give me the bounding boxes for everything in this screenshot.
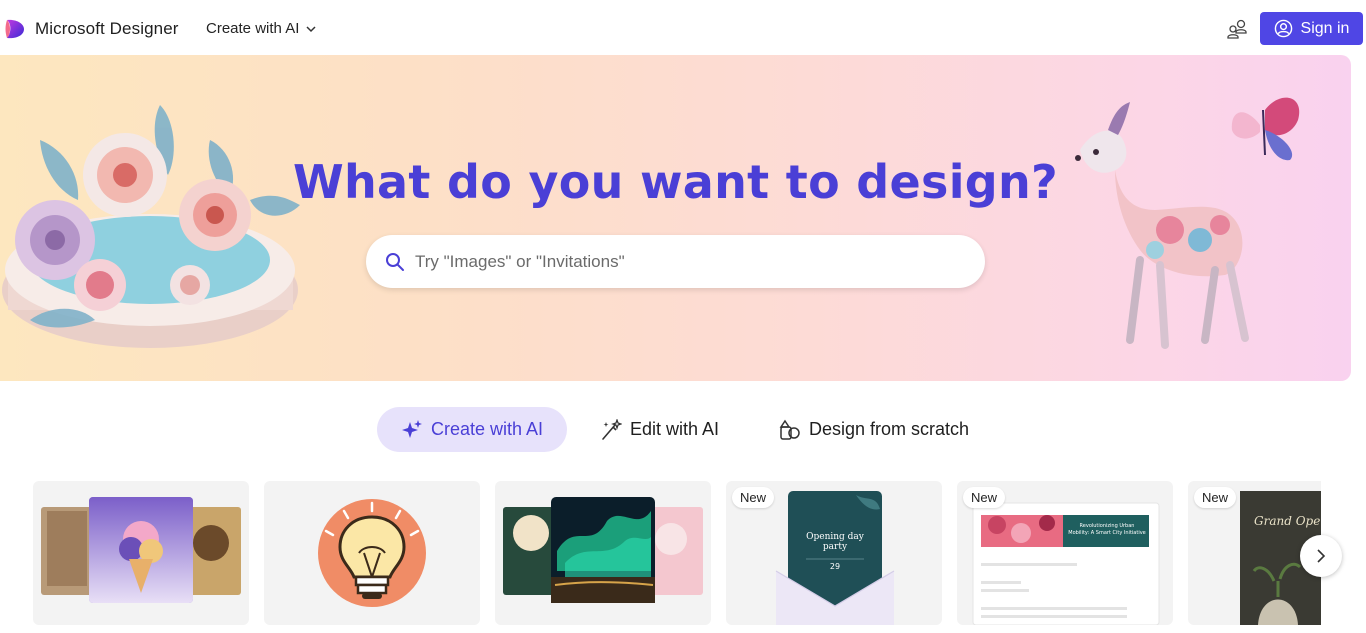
card-images[interactable] xyxy=(33,481,249,625)
svg-text:Grand Openin: Grand Openin xyxy=(1254,514,1321,528)
brand-name: Microsoft Designer xyxy=(35,19,179,38)
chevron-right-icon xyxy=(1317,549,1326,563)
tab-edit-with-ai-label: Edit with AI xyxy=(630,419,720,439)
svg-text:Mobility: A Smart City Initiat: Mobility: A Smart City Initiative xyxy=(1068,530,1146,536)
invite-title-line2: party xyxy=(823,542,848,552)
stickers-thumbnail xyxy=(318,499,426,607)
images-thumbnail xyxy=(41,497,241,603)
designer-logo-icon xyxy=(5,19,24,39)
wallpapers-thumbnail xyxy=(503,497,703,603)
deer xyxy=(1075,102,1249,349)
chevron-down-icon xyxy=(306,25,316,32)
carousel-next-button[interactable] xyxy=(1300,535,1342,577)
new-badge: New xyxy=(1194,487,1237,508)
magic-wand-icon xyxy=(602,418,622,440)
design-search-box[interactable] xyxy=(366,235,985,288)
tab-edit-with-ai[interactable]: Edit with AI xyxy=(600,407,719,452)
person-circle-icon xyxy=(1274,19,1292,38)
invite-title-line1: Opening day xyxy=(806,532,865,542)
tab-create-with-ai-label: Create with AI xyxy=(430,419,544,439)
create-with-ai-menu[interactable]: Create with AI xyxy=(206,20,317,37)
share-people-icon[interactable] xyxy=(1227,18,1249,40)
sign-in-label: Sign in xyxy=(1300,19,1350,37)
search-icon xyxy=(386,252,404,271)
create-with-ai-label: Create with AI xyxy=(206,20,300,37)
paper-flower-art xyxy=(2,105,300,348)
card-banners[interactable]: Revolutionizing Urban Mobility: A Smart … xyxy=(957,481,1173,625)
hero-banner: What do you want to design? xyxy=(0,55,1351,381)
design-mode-tabs: Create with AI Edit with AI Design from … xyxy=(0,407,1366,452)
tab-create-with-ai[interactable]: Create with AI xyxy=(377,407,567,452)
search-input[interactable] xyxy=(415,251,955,272)
invite-date: 29 xyxy=(830,562,840,571)
card-stickers[interactable] xyxy=(264,481,480,625)
paper-deer-butterfly-art xyxy=(1075,97,1300,349)
new-badge: New xyxy=(732,487,775,508)
tab-design-from-scratch[interactable]: Design from scratch xyxy=(779,407,969,452)
sign-in-button[interactable]: Sign in xyxy=(1260,12,1363,45)
shapes-icon xyxy=(779,419,800,440)
template-carousel: Opening day party 29 New Revolutionizing… xyxy=(0,481,1366,633)
svg-text:Revolutionizing Urban: Revolutionizing Urban xyxy=(1080,523,1135,529)
butterfly xyxy=(1231,97,1300,161)
top-bar: Microsoft Designer Create with AI Sign i… xyxy=(0,0,1366,56)
sparkle-icon xyxy=(401,419,422,438)
new-badge: New xyxy=(963,487,1006,508)
brand[interactable]: Microsoft Designer xyxy=(5,18,179,40)
card-wallpapers[interactable] xyxy=(495,481,711,625)
tab-design-from-scratch-label: Design from scratch xyxy=(809,419,970,439)
card-invitations[interactable]: Opening day party 29 New xyxy=(726,481,942,625)
